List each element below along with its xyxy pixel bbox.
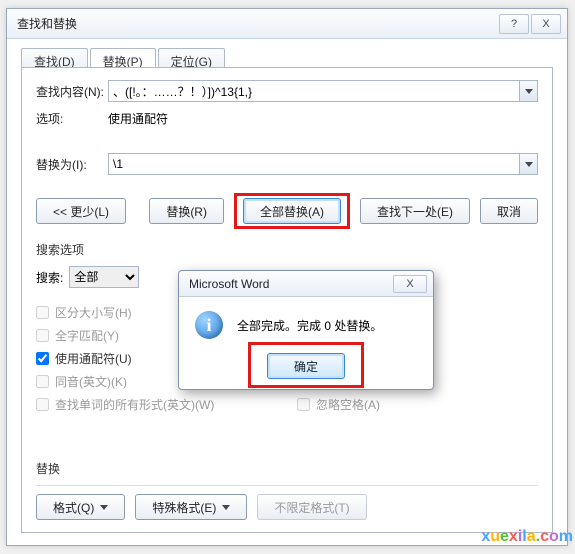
opt-ignore-space: 忽略空格(A) [297,396,538,413]
msgbox: Microsoft Word X i 全部完成。完成 0 处替换。 确定 [178,270,434,390]
msgbox-close-button[interactable]: X [393,275,427,293]
options-label: 选项: [36,110,108,127]
titlebar: 查找和替换 ? X [7,9,567,39]
replace-all-button[interactable]: 全部替换(A) [243,198,341,224]
msgbox-ok-button[interactable]: 确定 [267,353,345,379]
special-format-button[interactable]: 特殊格式(E) [135,494,247,520]
replace-button[interactable]: 替换(R) [149,198,224,224]
no-format-button: 不限定格式(T) [257,494,366,520]
replace-label: 替换为(I): [36,156,108,173]
info-icon: i [195,311,223,339]
msgbox-titlebar: Microsoft Word X [179,271,433,297]
find-label: 查找内容(N): [36,83,108,100]
help-button[interactable]: ? [499,14,529,34]
search-scope-select[interactable]: 全部 [69,266,139,288]
highlight-replace-all: 全部替换(A) [234,193,350,229]
opt-all-forms: 查找单词的所有形式(英文)(W) [36,396,277,413]
find-input[interactable] [108,80,520,102]
close-button[interactable]: X [531,14,561,34]
less-button[interactable]: << 更少(L) [36,198,126,224]
options-value: 使用通配符 [108,110,168,127]
search-options-header: 搜索选项 [36,241,538,258]
cancel-button[interactable]: 取消 [480,198,538,224]
replace-history-dropdown[interactable] [520,153,538,175]
msgbox-title: Microsoft Word [189,277,393,291]
window-title: 查找和替换 [17,15,499,32]
format-button[interactable]: 格式(Q) [36,494,125,520]
msgbox-message: 全部完成。完成 0 处替换。 [237,317,382,334]
find-next-button[interactable]: 查找下一处(E) [360,198,470,224]
search-scope-label: 搜索: [36,269,63,286]
find-history-dropdown[interactable] [520,80,538,102]
replace-input[interactable] [108,153,520,175]
watermark: xuexila.com [481,528,573,546]
replace-section-label: 替换 [36,460,538,477]
